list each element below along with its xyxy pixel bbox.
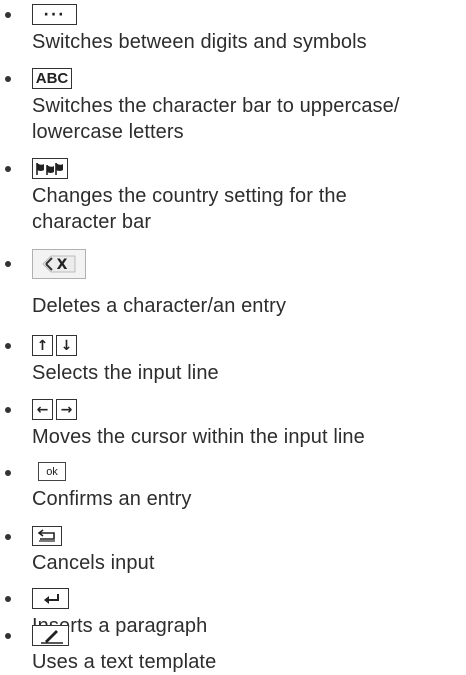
ellipsis-key-icon: ··· [32,4,77,25]
bullet [5,596,11,602]
bullet [5,166,11,172]
pen-key-icon [32,625,69,646]
list-item: ↑ ↓ Selects the input line [0,335,219,386]
list-item: X Deletes a character/an entry [0,249,286,319]
list-item: ABC Switches the character bar to upperc… [0,68,466,145]
list-item: Changes the country setting for the char… [0,158,466,235]
bullet [5,12,11,18]
up-arrow-key-icon: ↑ [32,335,53,356]
list-item: ··· Switches between digits and symbols [0,4,367,55]
item-description: Switches the character bar to uppercase/… [32,95,400,143]
item-description: Moves the cursor within the input line [32,426,365,448]
bullet [5,76,11,82]
bullet [5,261,11,267]
item-description: Switches between digits and symbols [32,31,367,53]
enter-key-icon [32,588,69,609]
right-arrow-key-icon: → [56,399,77,420]
item-description: Selects the input line [32,362,219,384]
svg-text:X: X [57,257,68,273]
list-item: ← → Moves the cursor within the input li… [0,399,365,450]
bullet [5,633,11,639]
list-item: Uses a text template [0,625,216,675]
flags-key-icon [32,158,68,179]
item-description: Changes the country setting for the char… [32,185,347,233]
bullet [5,534,11,540]
abc-key-icon: ABC [32,68,72,89]
list-item: Cancels input [0,526,154,576]
delete-key-icon: X [32,249,86,279]
item-description: Uses a text template [32,651,217,673]
left-arrow-key-icon: ← [32,399,53,420]
item-description: Deletes a character/an entry [32,295,287,317]
bullet [5,343,11,349]
list-item: ok Confirms an entry [0,462,192,512]
item-description: Cancels input [32,552,155,574]
item-description: Confirms an entry [32,488,192,510]
ok-key-icon: ok [38,462,66,481]
bullet [5,470,11,476]
bullet [5,407,11,413]
down-arrow-key-icon: ↓ [56,335,77,356]
back-key-icon [32,526,62,546]
